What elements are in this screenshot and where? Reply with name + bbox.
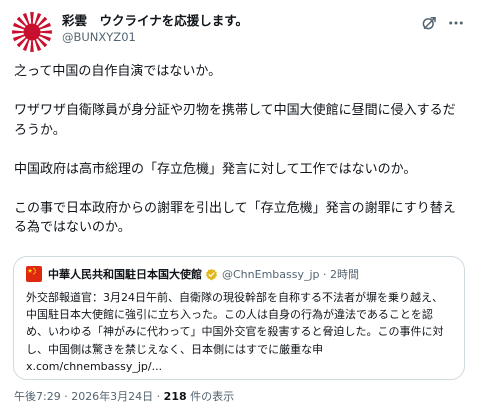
- post-paragraph-4: この事で日本政府からの謝罪を引出して「存立危機」発言の謝罪にすり替える為ではない…: [14, 200, 456, 236]
- post-paragraph-1: 之って中国の自作自演ではないか。: [14, 64, 222, 79]
- author-avatar[interactable]: [12, 12, 52, 52]
- quoted-post-header: 中華人民共和国駐日本国大使館 @ChnEmbassy_jp · 2時間: [26, 265, 452, 283]
- quoted-author-display-name[interactable]: 中華人民共和国駐日本国大使館: [48, 266, 202, 282]
- quoted-author-handle[interactable]: @ChnEmbassy_jp: [222, 268, 320, 281]
- post-header: 彩雲 ウクライナを応援します。 @BUNXYZ01: [62, 12, 248, 46]
- post-timestamp[interactable]: 午後7:29 · 2026年3月24日 ·: [14, 390, 164, 403]
- grok-icon[interactable]: [420, 14, 438, 32]
- post-paragraph-3: 中国政府は高市総理の「存立危機」発言に対して工作ではないのか。: [14, 161, 417, 177]
- author-handle[interactable]: @BUNXYZ01: [62, 29, 248, 46]
- quoted-separator: ·: [319, 267, 331, 281]
- views-label: 件の表示: [186, 390, 235, 403]
- quoted-author-avatar[interactable]: [26, 266, 42, 282]
- more-options-icon[interactable]: [446, 14, 466, 32]
- rising-sun-flag-icon: [12, 12, 52, 52]
- quoted-post-time[interactable]: 2時間: [330, 266, 359, 282]
- author-display-name[interactable]: 彩雲 ウクライナを応援します。: [62, 12, 248, 29]
- post-paragraph-2: ワザワザ自衛隊員が身分証や刃物を携帯して中国大使館に昼間に侵入するだろうか。: [14, 103, 456, 138]
- quoted-post-text: 外交部報道官：3月24日午前、自衛隊の現役幹部を自称する不法者が塀を乗り越え、中…: [26, 291, 444, 373]
- chinese-flag-icon: [26, 266, 42, 282]
- post: 彩雲 ウクライナを応援します。 @BUNXYZ01 之って中国の自作自演ではない…: [0, 0, 478, 414]
- quoted-post-card[interactable]: 中華人民共和国駐日本国大使館 @ChnEmbassy_jp · 2時間 外交部報…: [13, 256, 465, 380]
- post-text: 之って中国の自作自演ではないか。 ワザワザ自衛隊員が身分証や刃物を携帯して中国大…: [14, 62, 466, 238]
- views-count: 218: [163, 390, 187, 403]
- post-footer: 午後7:29 · 2026年3月24日 · 218 件の表示: [14, 389, 234, 405]
- verified-badge-icon: [205, 268, 218, 281]
